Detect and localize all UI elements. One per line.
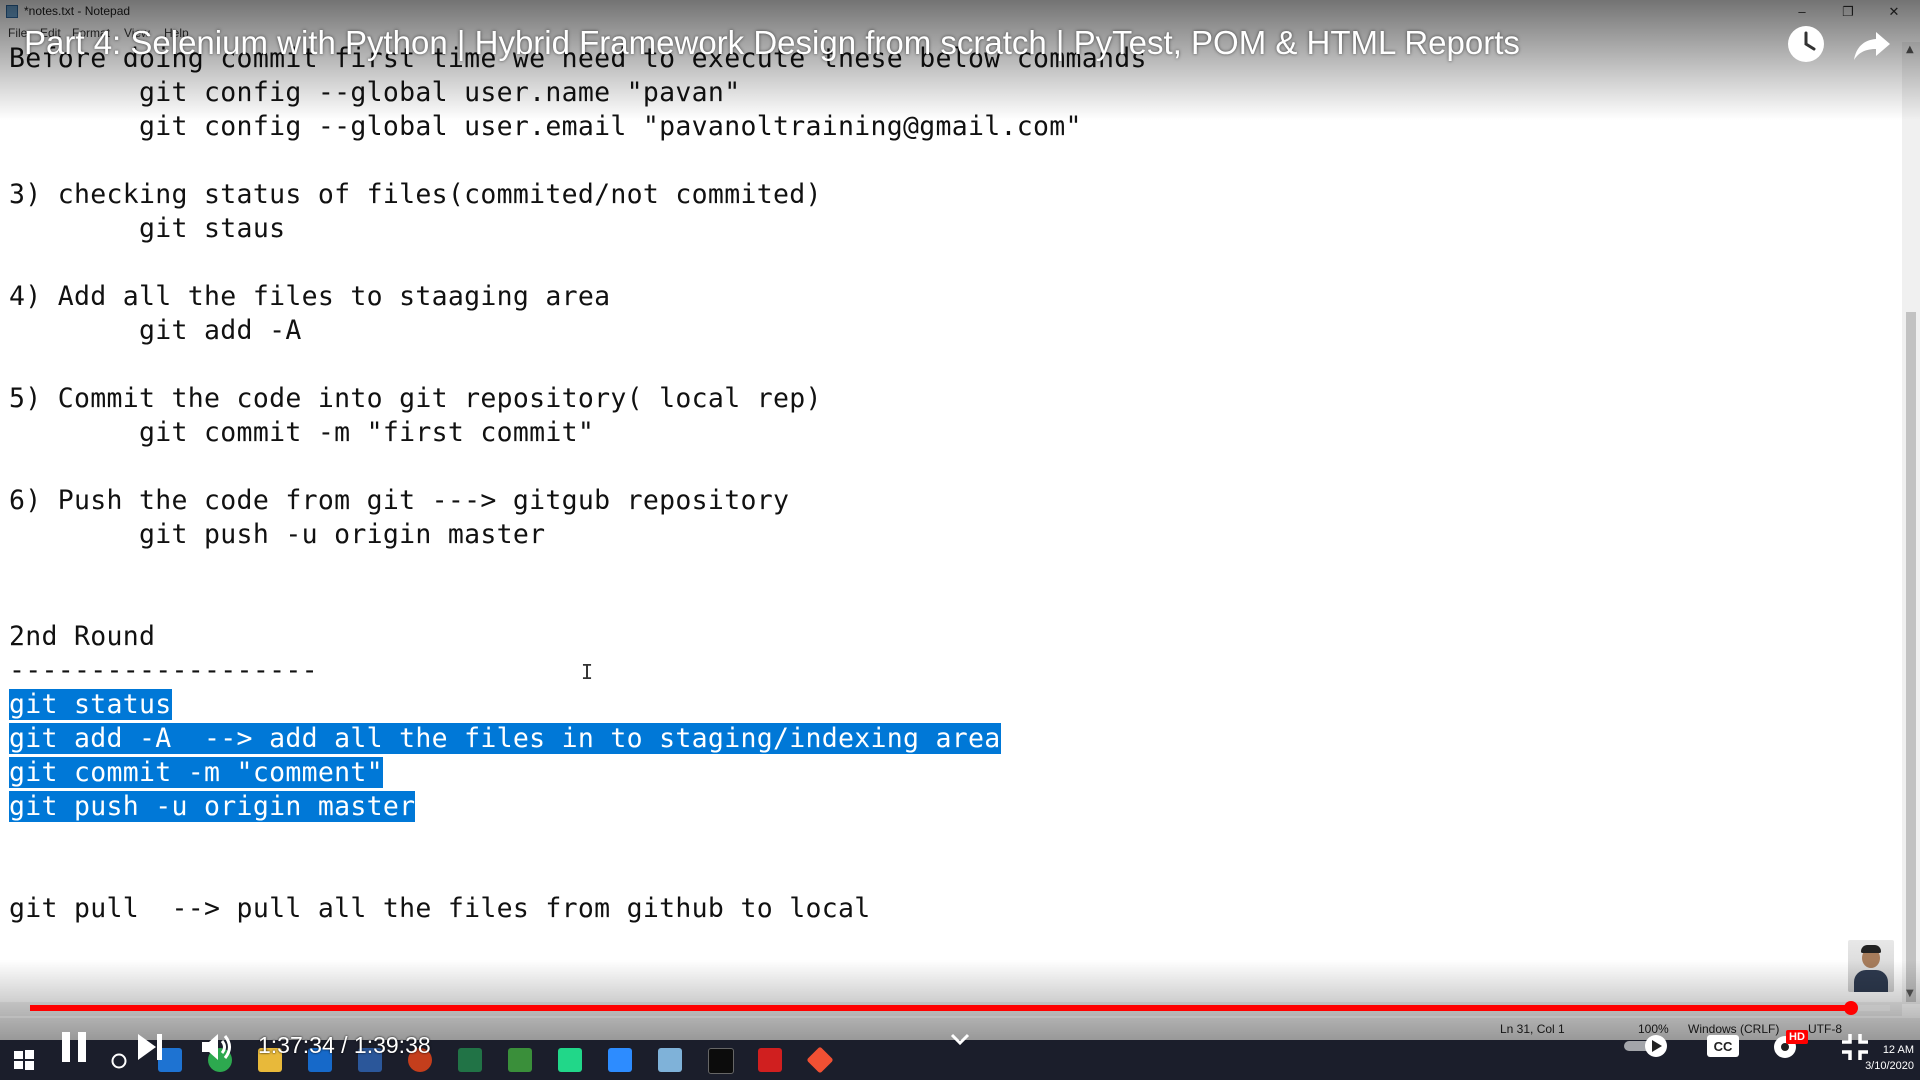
clock-date: 3/10/2020 xyxy=(1865,1060,1914,1072)
terminal-icon[interactable] xyxy=(708,1048,734,1074)
clock-time: 12 AM xyxy=(1882,1044,1914,1056)
acrobat-icon[interactable] xyxy=(758,1048,782,1072)
line-text: git staus xyxy=(9,213,286,244)
line-text: git config --global user.email "pavanolt… xyxy=(9,111,1082,142)
chevron-down-icon[interactable] xyxy=(950,1032,970,1046)
notepad-taskbar-icon[interactable] xyxy=(658,1048,682,1072)
text-line: 4) Add all the files to staaging area xyxy=(9,280,610,314)
selected-text: git add -A --> add all the files in to s… xyxy=(9,723,1001,754)
scrubber-handle[interactable] xyxy=(1843,1001,1858,1015)
excel-icon[interactable] xyxy=(458,1048,482,1072)
share-icon[interactable] xyxy=(1850,22,1894,66)
line-text: git pull --> pull all the files from git… xyxy=(9,893,871,924)
line-text: git push -u origin master xyxy=(9,519,546,550)
pause-icon[interactable] xyxy=(60,1030,88,1064)
clock-icon[interactable] xyxy=(1784,22,1828,66)
line-text: 3) checking status of files(commited/not… xyxy=(9,179,822,210)
encoding: UTF-8 xyxy=(1808,1022,1842,1036)
selected-text: git status xyxy=(9,689,172,720)
close-window-button[interactable]: ✕ xyxy=(1874,2,1914,22)
selected-text: git commit -m "comment" xyxy=(9,757,383,788)
vertical-scrollbar[interactable]: ▲ ▼ xyxy=(1902,42,1920,1004)
notepadpp-icon[interactable] xyxy=(508,1048,532,1072)
search-icon[interactable] xyxy=(110,1052,128,1070)
cursor-position: Ln 31, Col 1 xyxy=(1500,1022,1565,1036)
text-line: git push -u origin master xyxy=(9,790,416,824)
line-text: 5) Commit the code into git repository( … xyxy=(9,383,822,414)
line-text: 6) Push the code from git ---> gitgub re… xyxy=(9,485,790,516)
line-text: ------------------- xyxy=(9,655,318,686)
text-line: git add -A xyxy=(9,314,302,348)
text-cursor-icon: I xyxy=(581,660,594,684)
volume-icon[interactable] xyxy=(200,1032,234,1062)
cc-icon[interactable]: CC xyxy=(1706,1034,1740,1058)
text-line: git push -u origin master xyxy=(9,518,545,552)
line-text: git config --global user.name "pavan" xyxy=(9,77,741,108)
text-line: git config --global user.email "pavanolt… xyxy=(9,110,1082,144)
line-text: 2nd Round xyxy=(9,621,156,652)
text-line: 2nd Round xyxy=(9,620,155,654)
text-line: git commit -m "comment" xyxy=(9,756,383,790)
pycharm-icon[interactable] xyxy=(558,1048,582,1072)
text-line: 5) Commit the code into git repository( … xyxy=(9,382,822,416)
scroll-up-icon[interactable]: ▲ xyxy=(1906,44,1914,55)
line-text: git add -A xyxy=(9,315,302,346)
notepad-app-icon xyxy=(6,5,18,18)
text-line: git add -A --> add all the files in to s… xyxy=(9,722,1001,756)
svg-text:CC: CC xyxy=(1714,1039,1733,1054)
text-line: 6) Push the code from git ---> gitgub re… xyxy=(9,484,789,518)
windows-start-icon[interactable] xyxy=(14,1050,34,1070)
notepad-text-area[interactable]: Before doing commit first time we need t… xyxy=(0,42,1890,1012)
zoom-icon[interactable] xyxy=(608,1048,632,1072)
restore-button[interactable]: ❐ xyxy=(1828,2,1868,22)
text-line: git commit -m "first commit" xyxy=(9,416,594,450)
text-line: ------------------- xyxy=(9,654,318,688)
window-title: *notes.txt - Notepad xyxy=(24,4,131,18)
video-title[interactable]: Part 4: Selenium with Python | Hybrid Fr… xyxy=(24,24,1520,62)
presenter-webcam-thumbnail xyxy=(1848,940,1894,992)
system-clock[interactable]: 12 AM 3/10/2020 xyxy=(1856,1042,1914,1074)
text-line: git staus xyxy=(9,212,285,246)
notepad-titlebar: *notes.txt - Notepad – ❐ ✕ xyxy=(0,0,1920,24)
autoplay-toggle-icon[interactable] xyxy=(1622,1034,1672,1058)
hd-badge: HD xyxy=(1786,1030,1808,1044)
line-text: 4) Add all the files to staaging area xyxy=(9,281,611,312)
text-line: git status xyxy=(9,688,172,722)
line-text: git commit -m "first commit" xyxy=(9,417,595,448)
selected-text: git push -u origin master xyxy=(9,791,416,822)
progress-played xyxy=(30,1005,1851,1011)
video-progress-bar[interactable] xyxy=(30,1001,1890,1015)
text-line: 3) checking status of files(commited/not… xyxy=(9,178,822,212)
next-icon[interactable] xyxy=(136,1032,164,1062)
text-line: git config --global user.name "pavan" xyxy=(9,76,740,110)
scrollbar-thumb[interactable] xyxy=(1906,312,1916,1002)
video-time-display: 1:37:34 / 1:39:38 xyxy=(258,1032,431,1058)
minimize-button[interactable]: – xyxy=(1782,2,1822,22)
text-line: git pull --> pull all the files from git… xyxy=(9,892,870,926)
scroll-down-icon[interactable]: ▼ xyxy=(1906,988,1914,999)
